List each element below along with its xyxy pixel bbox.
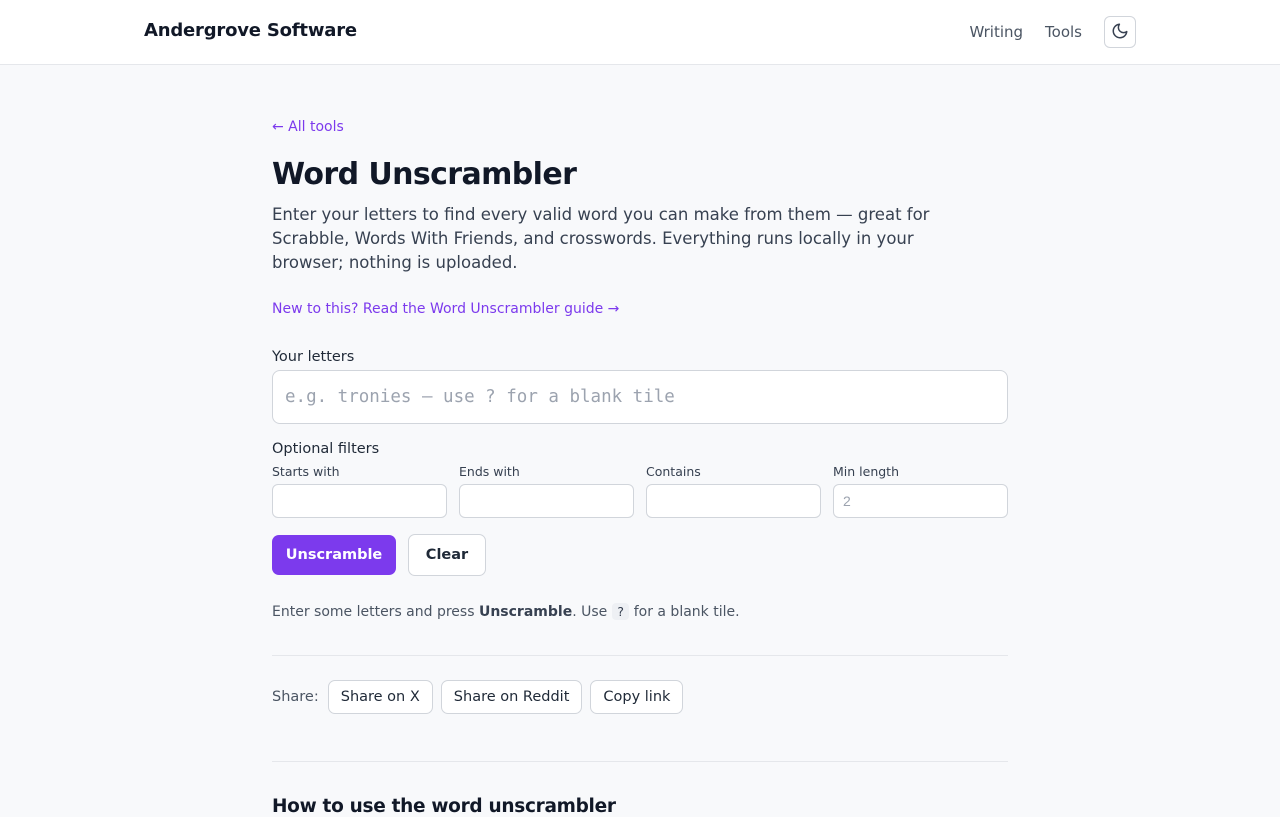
starts-with-input[interactable]	[272, 484, 447, 518]
hint-middle: . Use	[572, 604, 612, 620]
main-nav: Writing Tools	[969, 16, 1136, 48]
contains-input[interactable]	[646, 484, 821, 518]
hint-after: for a blank tile.	[629, 604, 740, 620]
filter-ends-with: Ends with	[459, 464, 634, 518]
letters-label: Your letters	[272, 349, 355, 365]
filter-min-length: Min length	[833, 464, 1008, 518]
copy-link-button[interactable]: Copy link	[590, 680, 684, 714]
clear-button[interactable]: Clear	[408, 534, 486, 576]
share-x-button[interactable]: Share on X	[327, 680, 433, 714]
nav-link-writing[interactable]: Writing	[969, 16, 1023, 48]
divider	[272, 655, 1008, 656]
how-to-heading: How to use the word unscrambler	[272, 796, 616, 817]
filter-contains: Contains	[646, 464, 821, 518]
divider	[272, 761, 1008, 762]
page-title: Word Unscrambler	[272, 157, 577, 192]
filters-row: Starts with Ends with Contains Min lengt…	[272, 464, 1008, 518]
contains-label: Contains	[646, 464, 701, 479]
hint-before: Enter some letters and press	[272, 604, 479, 620]
unscramble-button[interactable]: Unscramble	[272, 535, 396, 575]
share-reddit-button[interactable]: Share on Reddit	[440, 680, 583, 714]
starts-with-label: Starts with	[272, 464, 340, 479]
letters-input[interactable]	[272, 370, 1008, 424]
all-tools-back-link[interactable]: ← All tools	[272, 119, 344, 139]
min-length-input[interactable]	[833, 484, 1008, 518]
filters-title: Optional filters	[272, 441, 380, 457]
hint-text: Enter some letters and press Unscramble.…	[272, 602, 1008, 622]
filter-starts-with: Starts with	[272, 464, 447, 518]
top-bar: Andergrove Software Writing Tools	[0, 0, 1280, 65]
min-length-label: Min length	[833, 464, 899, 479]
nav-link-tools[interactable]: Tools	[1045, 16, 1082, 48]
main-content: ← All tools Word Unscrambler Enter your …	[272, 116, 1008, 817]
guide-link[interactable]: New to this? Read the Word Unscrambler g…	[272, 301, 619, 317]
ends-with-input[interactable]	[459, 484, 634, 518]
moon-icon	[1111, 22, 1129, 43]
ends-with-label: Ends with	[459, 464, 520, 479]
share-label: Share:	[272, 689, 319, 705]
hint-bold: Unscramble	[478, 604, 573, 620]
brand-logo-link[interactable]: Andergrove Software	[144, 20, 357, 41]
theme-toggle-button[interactable]	[1104, 16, 1136, 48]
action-buttons: Unscramble Clear	[272, 534, 1008, 576]
hint-code: ?	[611, 603, 630, 620]
intro-text: Enter your letters to find every valid w…	[272, 205, 930, 272]
share-bar: Share: Share on X Share on Reddit Copy l…	[272, 680, 1008, 714]
